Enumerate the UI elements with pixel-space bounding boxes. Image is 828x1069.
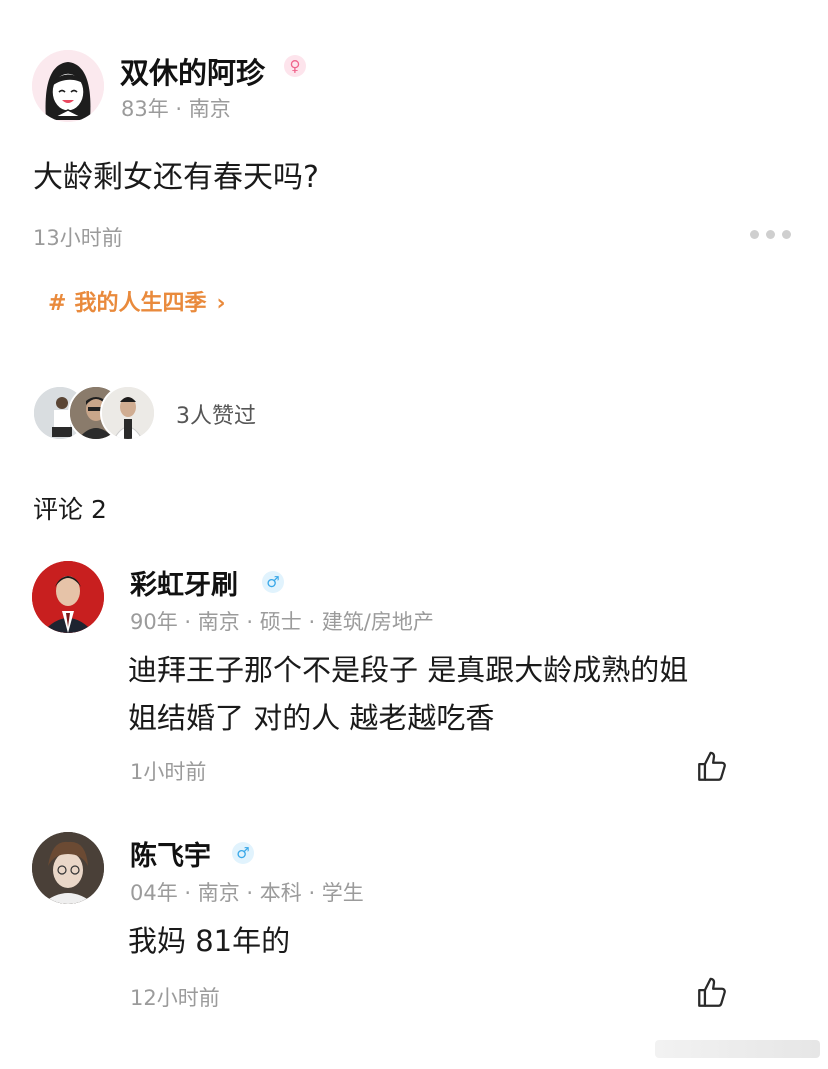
topic-label: 我的人生四季 [74, 291, 207, 316]
dot-icon [750, 229, 759, 239]
like-count[interactable]: 3人赞过 [176, 398, 256, 430]
like-button[interactable] [695, 976, 729, 1010]
comment-text-line: 我妈 81年的 [128, 924, 291, 958]
commenter-meta: 04年 · 南京 · 本科 · 学生 [130, 881, 364, 905]
like-button[interactable] [695, 750, 729, 784]
hashtag-icon: # [48, 291, 67, 316]
comment-time: 1小时前 [130, 760, 207, 784]
topic-tag[interactable]: # 我的人生四季 › [48, 285, 226, 317]
author-meta: 83年 · 南京 [121, 97, 231, 121]
person-avatar-icon [102, 387, 154, 439]
more-options-button[interactable] [750, 226, 796, 242]
commenter-name[interactable]: 陈飞宇 [130, 834, 211, 873]
post-time: 13小时前 [33, 226, 123, 250]
author-name[interactable]: 双休的阿珍 [120, 50, 265, 92]
person-avatar-icon [32, 561, 104, 633]
dot-icon [766, 229, 775, 239]
thumbs-up-icon [698, 977, 726, 1007]
cartoon-girl-avatar-icon [32, 50, 104, 122]
comments-title: 评论 2 [33, 495, 107, 524]
female-icon: ♀ [284, 55, 306, 77]
liker-avatar[interactable] [100, 385, 156, 441]
commenter-avatar[interactable] [32, 561, 104, 633]
commenter-name[interactable]: 彩虹牙刷 [130, 563, 238, 602]
post-content: 大龄剩女还有春天吗? [33, 160, 319, 195]
chevron-right-icon: › [216, 291, 226, 316]
thumbs-up-icon [698, 751, 726, 781]
male-icon: ♂ [232, 842, 254, 864]
male-icon: ♂ [262, 571, 284, 593]
commenter-avatar[interactable] [32, 832, 104, 904]
comment-time: 12小时前 [130, 986, 220, 1010]
dot-icon [782, 229, 791, 239]
person-avatar-icon [32, 832, 104, 904]
author-avatar[interactable] [32, 50, 104, 122]
comment-text-line: 姐结婚了 对的人 越老越吃香 [128, 701, 495, 735]
commenter-meta: 90年 · 南京 · 硕士 · 建筑/房地产 [130, 610, 434, 634]
comment-text-line: 迪拜王子那个不是段子 是真跟大龄成熟的姐 [128, 653, 689, 687]
watermark [655, 1040, 820, 1058]
